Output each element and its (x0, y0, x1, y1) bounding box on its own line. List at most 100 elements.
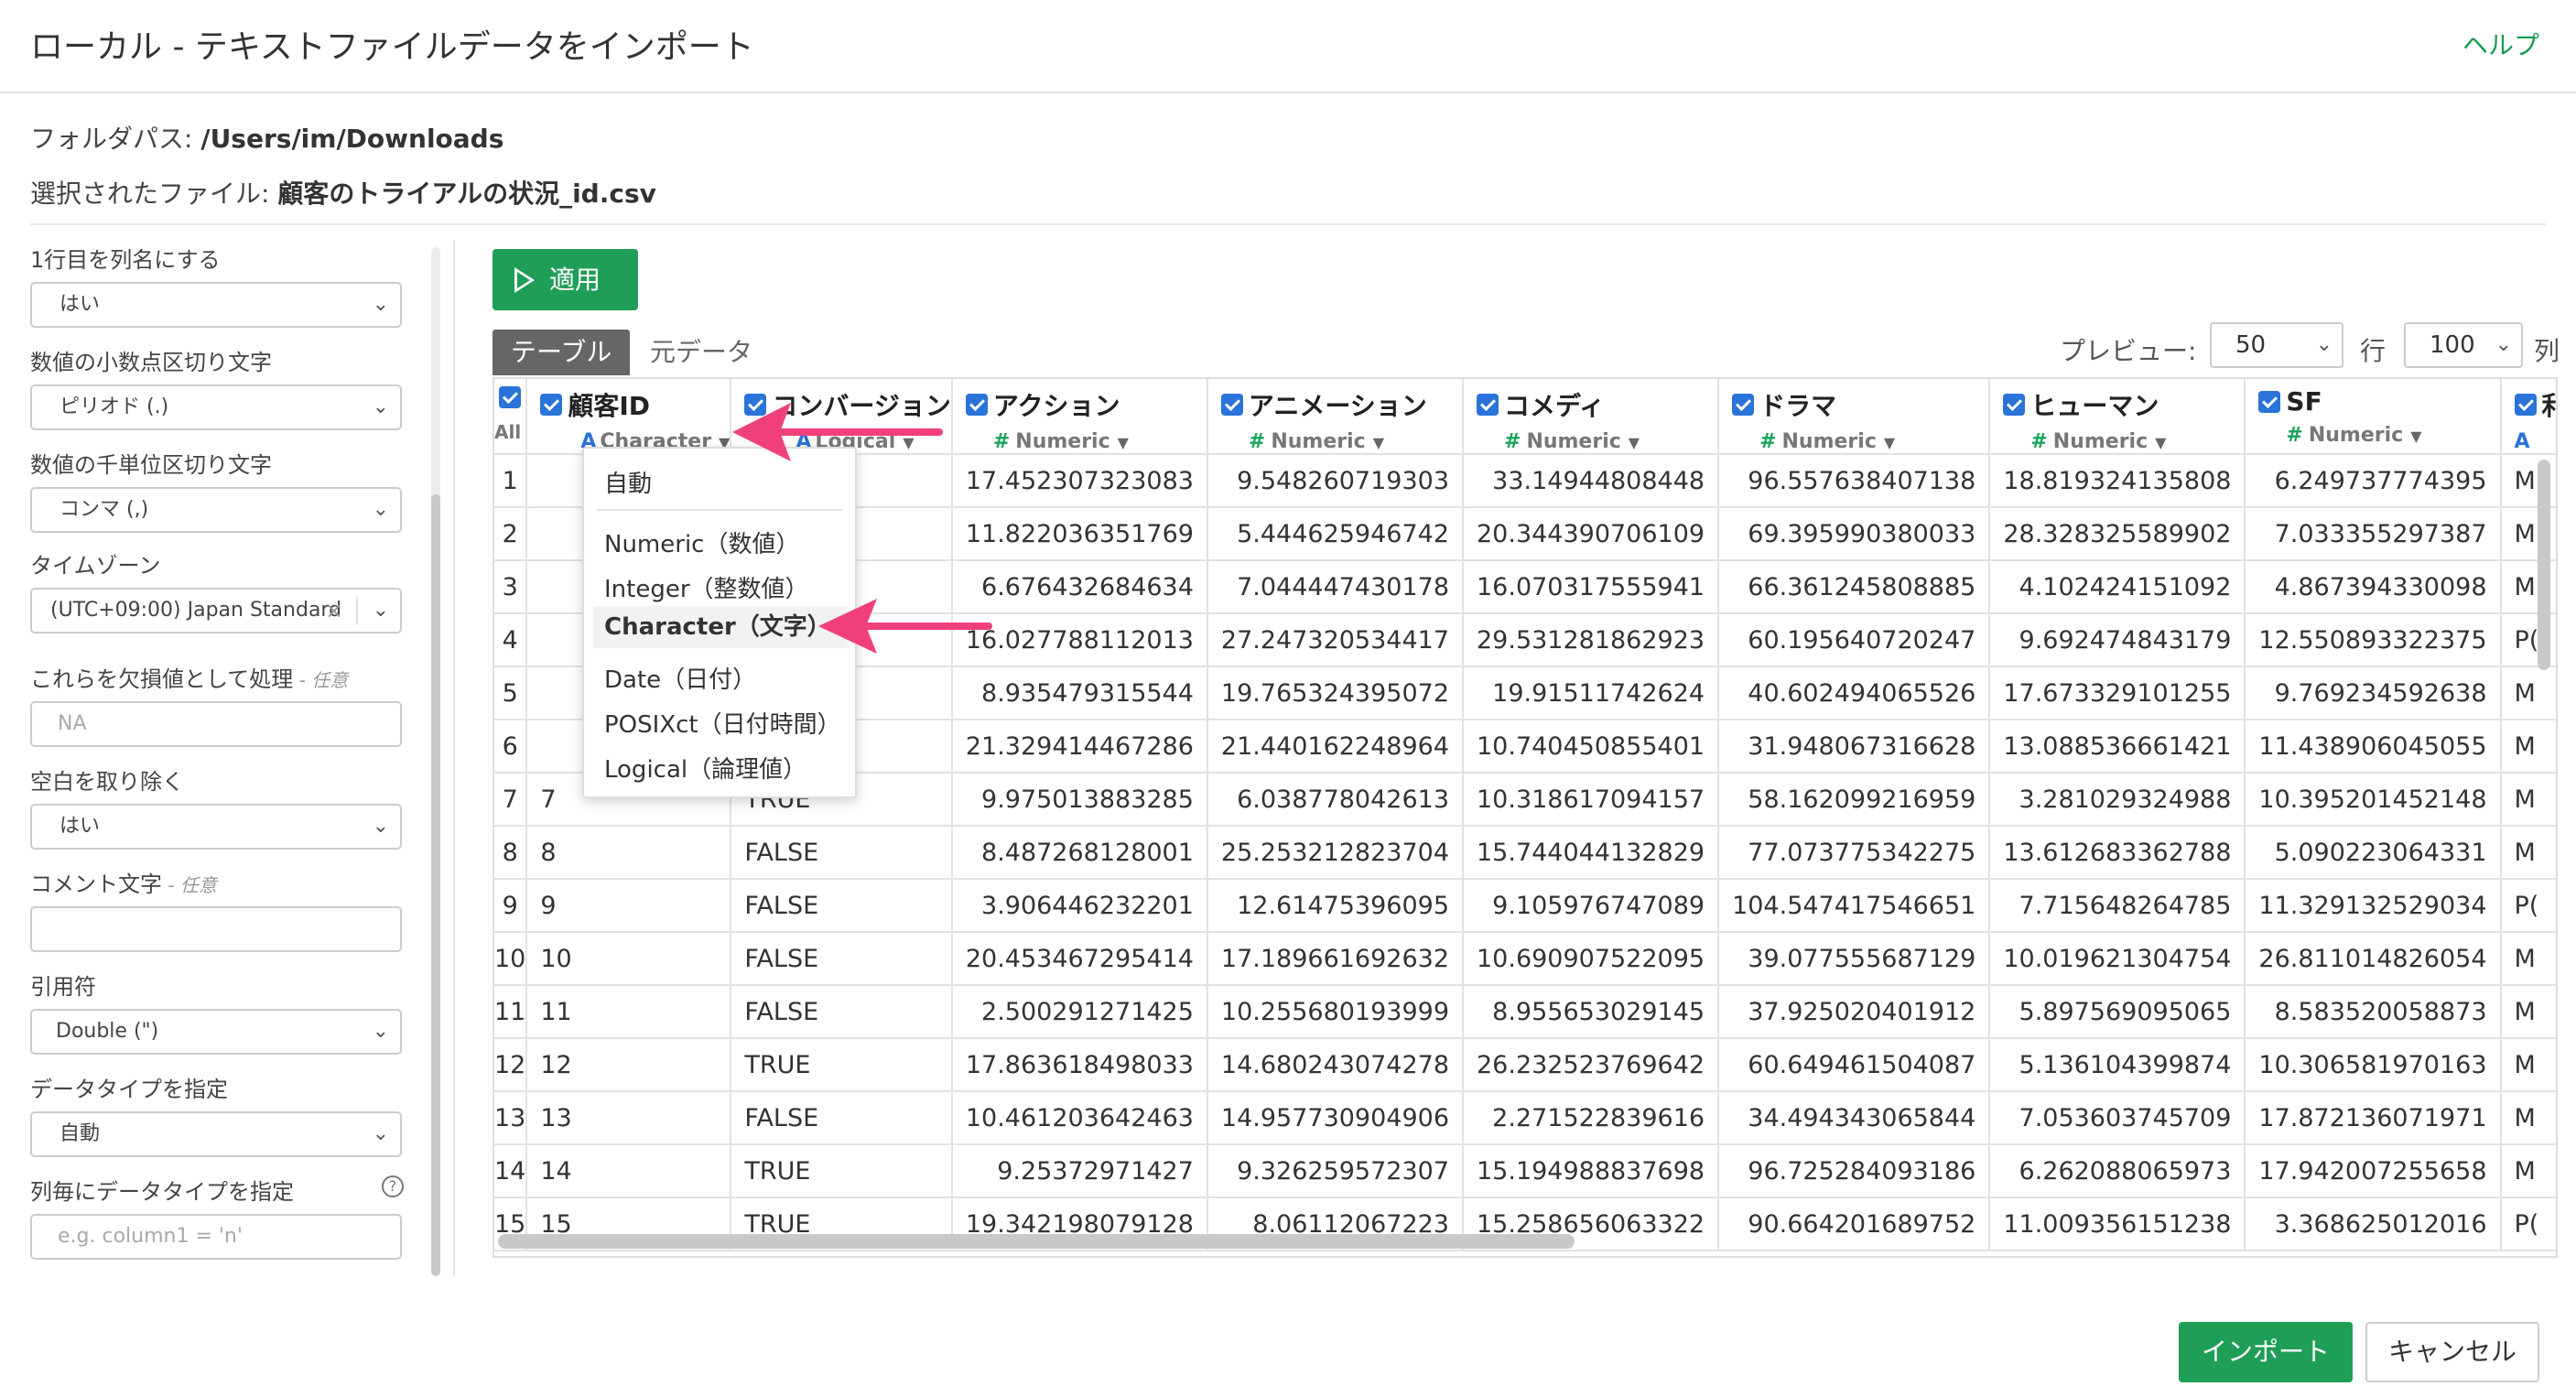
type-option-posixct[interactable]: POSIXct（日付時間） (604, 706, 841, 740)
column-name: アクション (992, 391, 1120, 421)
column-header[interactable]: 顧客ID A Character ▼ (526, 379, 732, 455)
apply-button[interactable]: 適用 (492, 249, 638, 310)
table-cell: M (2500, 773, 2556, 827)
type-option-date[interactable]: Date（日付） (604, 661, 756, 695)
column-header[interactable]: SF # Numeric ▼ (2245, 379, 2502, 455)
header-row-select[interactable]: はい ⌄ (30, 282, 402, 328)
column-type-toggle[interactable]: # Numeric ▼ (1477, 430, 1716, 453)
column-header[interactable]: ヒューマン # Numeric ▼ (1989, 379, 2246, 455)
column-type-label: Numeric (1015, 430, 1110, 453)
datatype-select[interactable]: 自動 ⌄ (30, 1111, 402, 1157)
column-checkbox[interactable] (1732, 394, 1755, 416)
horizontal-scrollbar[interactable] (498, 1234, 1575, 1249)
row-number-cell: 5 (494, 666, 528, 720)
help-link[interactable]: ヘルプ (2462, 26, 2539, 62)
comment-input[interactable] (30, 906, 402, 952)
table-cell: 6.262088065973 (1989, 1144, 2246, 1198)
column-type-toggle[interactable]: # Numeric ▼ (2258, 424, 2498, 447)
import-button[interactable]: インポート (2179, 1322, 2353, 1382)
chevron-down-icon: ⌄ (372, 498, 389, 521)
column-type-toggle[interactable]: # Numeric ▼ (1732, 430, 1987, 453)
column-checkbox[interactable] (2514, 394, 2537, 416)
column-header[interactable]: ドラマ # Numeric ▼ (1718, 379, 1991, 455)
quote-label: 引用符 (30, 974, 96, 1000)
column-checkbox[interactable] (2258, 390, 2281, 413)
table-cell: 9.769234592638 (2245, 666, 2502, 720)
column-type-toggle[interactable]: # Numeric ▼ (2003, 430, 2243, 452)
table-cell: 9.105976747089 (1463, 879, 1720, 933)
table-cell: 66.361245808885 (1718, 560, 1991, 614)
decimal-sep-label: 数値の小数点区切り文字 (30, 350, 272, 375)
type-option-numeric[interactable]: Numeric（数値） (604, 525, 799, 559)
column-type-toggle[interactable]: # Numeric ▼ (966, 430, 1206, 453)
column-name: ヒューマン (2030, 391, 2159, 421)
tab-table[interactable]: テーブル (492, 330, 631, 375)
scrollbar-thumb[interactable] (431, 494, 440, 1276)
optional-tag: - 任意 (293, 669, 349, 691)
cols-unit: 列 (2534, 336, 2560, 366)
table-cell: 39.077555687129 (1718, 932, 1991, 986)
table-cell: FALSE (731, 1091, 953, 1145)
table-cell: FALSE (731, 826, 953, 880)
timezone-select[interactable]: (UTC+09:00) Japan Standard × ⌄ (30, 588, 402, 634)
clear-icon[interactable]: × (325, 590, 343, 632)
timezone-value: (UTC+09:00) Japan Standard (50, 599, 342, 622)
table-cell: FALSE (731, 932, 953, 986)
column-header[interactable]: コメディ # Numeric ▼ (1463, 379, 1720, 455)
column-header[interactable]: コンバージョン A Logical ▼ (731, 379, 953, 455)
column-header[interactable]: アニメーション # Numeric ▼ (1207, 379, 1465, 455)
trim-select[interactable]: はい ⌄ (30, 804, 402, 850)
table-cell: 20.453467295414 (951, 932, 1208, 986)
decimal-sep-select[interactable]: ピリオド (.) ⌄ (30, 384, 402, 430)
column-checkbox[interactable] (744, 394, 767, 416)
row-number-cell: 10 (494, 932, 528, 986)
column-type-toggle[interactable]: A (2515, 430, 2557, 452)
column-checkbox[interactable] (965, 394, 988, 416)
numeric-type-icon: # (2286, 424, 2303, 447)
select-all-header[interactable]: All (494, 379, 528, 455)
datatype-value: 自動 (60, 1122, 101, 1145)
table-cell: 7.033355297387 (2245, 507, 2502, 561)
chevron-down-icon: ⌄ (372, 815, 389, 838)
type-option-logical[interactable]: Logical（論理値） (604, 751, 806, 785)
type-option-integer[interactable]: Integer（整数値） (604, 570, 809, 604)
comment-label: コメント文字 - 任意 (30, 866, 217, 898)
column-checkbox[interactable] (540, 394, 563, 416)
thousand-sep-select[interactable]: コンマ (,) ⌄ (30, 487, 402, 533)
column-checkbox[interactable] (2003, 394, 2026, 416)
column-header-row: All 顧客ID A Character ▼ コンバージョン A Logical ▼ ア… (494, 379, 2557, 455)
help-icon[interactable]: ? (382, 1175, 404, 1197)
preview-rows-select[interactable]: 50 ⌄ (2210, 322, 2343, 368)
tab-raw-data[interactable]: 元データ (632, 330, 771, 375)
numeric-type-icon: # (1504, 430, 1521, 453)
column-header[interactable]: アクション # Numeric ▼ (951, 379, 1208, 455)
table-cell: 60.195640720247 (1718, 613, 1991, 667)
type-option-character[interactable]: Character（文字） (593, 606, 848, 648)
table-cell: 11.009356151238 (1989, 1197, 2246, 1251)
column-checkbox[interactable] (1477, 394, 1499, 416)
table-cell: 7.053603745709 (1989, 1091, 2246, 1145)
selected-file-value: 顧客のトライアルの状況_id.csv (277, 179, 656, 209)
column-header[interactable]: 利 A (2500, 379, 2557, 455)
table-cell: 60.649461504087 (1718, 1038, 1991, 1092)
cancel-button[interactable]: キャンセル (2365, 1322, 2539, 1382)
col-datatype-label: 列毎にデータタイプを指定 (30, 1179, 294, 1205)
na-input[interactable]: NA (30, 701, 402, 747)
select-all-checkbox[interactable] (499, 386, 522, 408)
sidebar-scrollbar[interactable] (431, 247, 440, 1276)
quote-select[interactable]: Double (") ⌄ (30, 1009, 402, 1055)
column-checkbox[interactable] (1220, 394, 1243, 416)
vertical-scrollbar[interactable] (2538, 460, 2550, 670)
chevron-down-icon: ⌄ (372, 1122, 389, 1145)
table-cell: 13.612683362788 (1989, 826, 2246, 880)
column-type-label: Numeric (1781, 430, 1877, 453)
table-cell: 10.461203642463 (951, 1091, 1208, 1145)
numeric-type-icon: # (992, 430, 1011, 453)
table-cell: 17.189661692632 (1207, 932, 1465, 986)
col-datatype-input[interactable]: e.g. column1 = 'n' (30, 1214, 402, 1260)
table-cell: FALSE (731, 879, 953, 933)
column-type-toggle[interactable]: # Numeric ▼ (1221, 430, 1461, 452)
preview-cols-select[interactable]: 100 ⌄ (2404, 322, 2523, 368)
table-cell: 17.872136071971 (2245, 1091, 2502, 1145)
type-option-auto[interactable]: 自動 (604, 465, 652, 499)
